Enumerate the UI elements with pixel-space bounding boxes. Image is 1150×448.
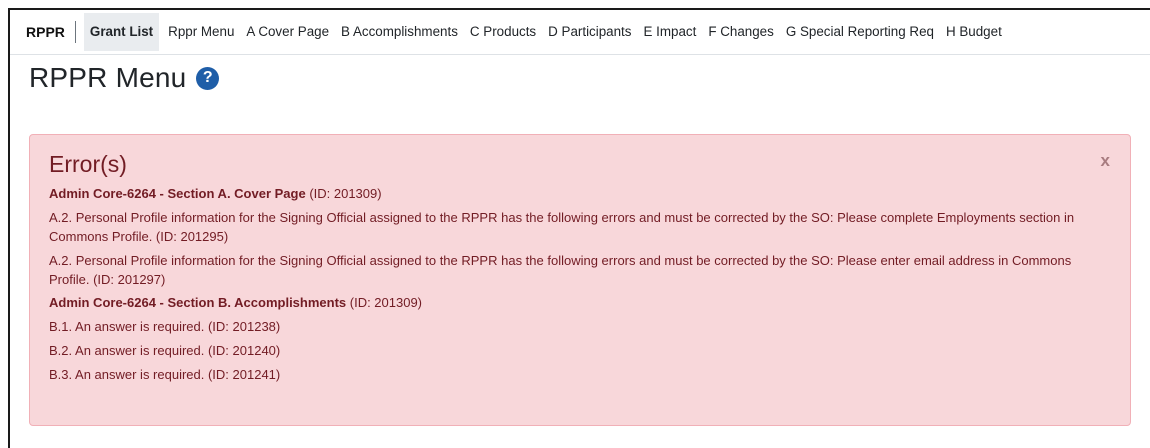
nav-item-grant-list[interactable]: Grant List [83, 13, 160, 51]
top-navbar: RPPR Grant List Rppr Menu A Cover Page B… [10, 10, 1150, 55]
nav-item-budget[interactable]: H Budget [940, 13, 1008, 51]
error-alert-title: Error(s) [49, 151, 127, 177]
page-title-text: RPPR Menu [29, 62, 187, 93]
close-icon[interactable]: x [1101, 151, 1110, 171]
nav-item-products[interactable]: C Products [464, 13, 542, 51]
error-section-heading: Admin Core-6264 - Section A. Cover Page … [49, 185, 1111, 203]
nav-item-changes[interactable]: F Changes [702, 13, 780, 51]
error-message: A.2. Personal Profile information for th… [49, 253, 1072, 287]
nav-item-accomplishments[interactable]: B Accomplishments [335, 13, 464, 51]
help-icon[interactable]: ? [196, 66, 220, 90]
nav-item-participants[interactable]: D Participants [542, 13, 637, 51]
error-message: B.2. An answer is required. (ID: 201240) [49, 343, 281, 358]
brand-label[interactable]: RPPR [10, 21, 76, 43]
nav-item-special-reporting[interactable]: G Special Reporting Req [780, 13, 940, 51]
error-message: A.2. Personal Profile information for th… [49, 210, 1075, 244]
error-section-id: (ID: 201309) [346, 295, 423, 310]
error-section-id: (ID: 201309) [305, 186, 382, 201]
error-alert: Error(s) x Admin Core-6264 - Section A. … [29, 134, 1131, 426]
error-message: B.1. An answer is required. (ID: 201238) [49, 319, 281, 334]
nav-item-impact[interactable]: E Impact [637, 13, 702, 51]
nav-item-rppr-menu[interactable]: Rppr Menu [162, 13, 240, 51]
error-section-title: Admin Core-6264 - Section A. Cover Page [49, 186, 306, 201]
error-section-heading: Admin Core-6264 - Section B. Accomplishm… [49, 294, 1111, 312]
page-title: RPPR Menu ? [29, 62, 220, 94]
error-section-title: Admin Core-6264 - Section B. Accomplishm… [49, 295, 347, 310]
error-message: B.3. An answer is required. (ID: 201241) [49, 367, 281, 382]
nav-item-cover-page[interactable]: A Cover Page [240, 13, 335, 51]
